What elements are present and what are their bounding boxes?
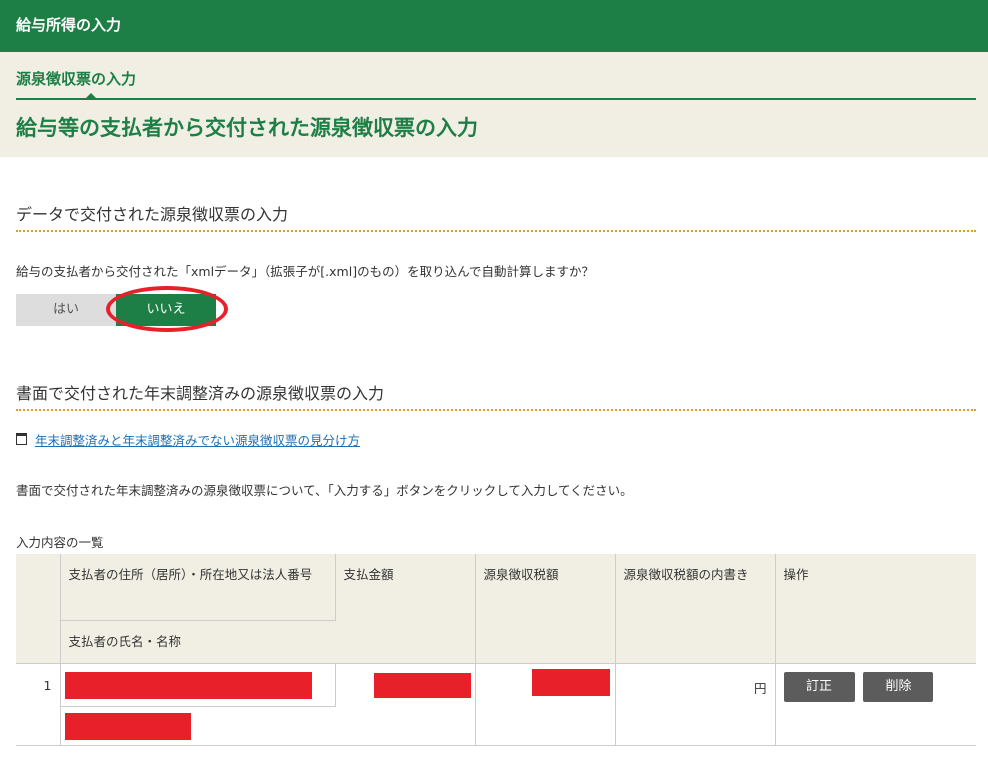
section-divider	[16, 230, 976, 232]
paper-section-title: 書面で交付された年末調整済みの源泉徴収票の入力	[16, 384, 385, 403]
page-header: 源泉徴収票の入力 給与等の支払者から交付された源泉徴収票の入力	[0, 52, 988, 157]
table-row: 1 円 訂正 削除	[16, 663, 976, 746]
table-header-amount: 支払金額	[335, 554, 476, 664]
table-header-breakdown: 源泉徴収税額の内書き	[615, 554, 776, 664]
section-divider	[16, 409, 976, 411]
delete-button[interactable]: 削除	[863, 672, 934, 702]
entries-table: 支払者の住所（居所）・所在地又は法人番号 支払金額 源泉徴収税額 源泉徴収税額の…	[16, 554, 976, 746]
data-section-title: データで交付された源泉徴収票の入力	[16, 205, 289, 224]
payment-amount-cell	[335, 663, 476, 746]
payer-address-cell	[60, 663, 336, 707]
annotation-circle	[106, 286, 228, 332]
table-header-name: 支払者の氏名・名称	[60, 620, 335, 664]
table-header-operation: 操作	[775, 554, 976, 664]
edit-button[interactable]: 訂正	[783, 672, 855, 702]
redacted-address	[64, 672, 312, 699]
xml-question: 給与の支払者から交付された「xmlデータ」（拡張子が[.xml]のもの）を取り込…	[16, 264, 594, 279]
operation-cell: 訂正 削除	[775, 663, 976, 746]
redacted-name	[64, 713, 191, 740]
table-header-no	[16, 554, 61, 664]
page-title: 給与等の支払者から交付された源泉徴収票の入力	[16, 116, 478, 140]
step-indicator: 源泉徴収票の入力	[16, 70, 137, 88]
redacted-tax	[531, 669, 610, 696]
table-caption: 入力内容の一覧	[16, 535, 104, 550]
app-title: 給与所得の入力	[16, 16, 122, 34]
distinguish-guide-link[interactable]: 年末調整済みと年末調整済みでない源泉徴収票の見分け方	[35, 430, 360, 449]
payer-name-cell	[60, 706, 335, 746]
withholding-tax-cell	[475, 663, 616, 746]
yes-button[interactable]: はい	[16, 294, 116, 326]
app-header-bar: 給与所得の入力	[0, 0, 988, 52]
redacted-amount	[373, 673, 471, 698]
tax-breakdown-cell: 円	[615, 663, 776, 746]
window-icon	[16, 433, 27, 445]
table-header-tax: 源泉徴収税額	[475, 554, 616, 664]
step-divider	[16, 98, 976, 100]
yen-unit: 円	[753, 681, 767, 696]
table-header-address: 支払者の住所（居所）・所在地又は法人番号	[60, 554, 336, 621]
paper-instruction: 書面で交付された年末調整済みの源泉徴収票について、「入力する」ボタンをクリックし…	[16, 483, 633, 498]
row-number: 1	[16, 663, 61, 746]
